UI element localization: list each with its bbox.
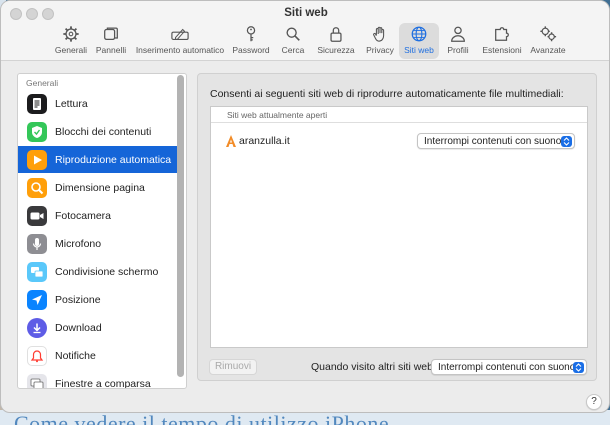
site-name: aranzulla.it bbox=[239, 135, 290, 147]
sidebar-item-lettura[interactable]: Lettura bbox=[18, 90, 177, 117]
panel-description: Consenti ai seguenti siti web di riprodu… bbox=[210, 88, 564, 100]
sidebar-item-label: Finestre a comparsa bbox=[55, 377, 151, 389]
tab-siti-web[interactable]: Siti web bbox=[399, 23, 439, 59]
gears-icon bbox=[540, 26, 557, 42]
sidebar-item-notifiche[interactable]: Notifiche bbox=[18, 342, 177, 369]
tab-label: Cerca bbox=[281, 45, 305, 55]
tab-label: Estensioni bbox=[482, 45, 522, 55]
sidebar-item-finestre-a-comparsa[interactable]: Finestre a comparsa bbox=[18, 370, 177, 389]
list-header: Siti web attualmente aperti bbox=[211, 107, 587, 123]
sidebar-item-download[interactable]: Download bbox=[18, 314, 177, 341]
other-sites-autoplay-select[interactable]: Interrompi contenuti con suono bbox=[431, 359, 587, 375]
sidebar-scrollbar[interactable] bbox=[177, 75, 184, 377]
select-value: Interrompi contenuti con suono bbox=[438, 361, 576, 373]
sidebar-item-fotocamera[interactable]: Fotocamera bbox=[18, 202, 177, 229]
other-sites-label: Quando visito altri siti web: bbox=[311, 361, 436, 373]
sidebar-item-riproduzione-automatica[interactable]: Riproduzione automatica bbox=[18, 146, 177, 173]
tabs-icon bbox=[104, 27, 118, 41]
search-icon bbox=[286, 27, 300, 41]
sidebar-item-label: Download bbox=[55, 321, 102, 334]
tab-label: Profili bbox=[447, 45, 469, 55]
person-icon bbox=[451, 26, 465, 42]
sidebar-item-label: Notifiche bbox=[55, 349, 96, 362]
chevron-updown-icon bbox=[561, 136, 572, 147]
sidebar-item-label: Posizione bbox=[55, 293, 101, 306]
autofill-icon bbox=[171, 28, 189, 40]
tab-label: Password bbox=[232, 45, 270, 55]
tab-password[interactable]: Password bbox=[229, 23, 273, 59]
preferences-window: Siti web Generali Pannelli Inserimento a… bbox=[0, 0, 610, 413]
tab-sicurezza[interactable]: Sicurezza bbox=[314, 23, 358, 59]
shield-check-icon bbox=[27, 121, 47, 142]
sidebar[interactable]: Generali Lettura Blocchi dei contenuti R… bbox=[17, 73, 187, 389]
globe-icon bbox=[411, 26, 427, 42]
magnifier-icon bbox=[27, 177, 47, 198]
tab-generali[interactable]: Generali bbox=[52, 23, 90, 59]
lock-icon bbox=[330, 27, 342, 42]
tab-pannelli[interactable]: Pannelli bbox=[93, 23, 129, 59]
play-icon bbox=[27, 149, 47, 170]
tab-inserimento-automatico[interactable]: Inserimento automatico bbox=[134, 23, 226, 59]
tab-cerca[interactable]: Cerca bbox=[278, 23, 308, 59]
aranzulla-favicon-icon bbox=[226, 135, 236, 147]
sidebar-item-posizione[interactable]: Posizione bbox=[18, 286, 177, 313]
sidebar-item-label: Condivisione schermo bbox=[55, 265, 159, 278]
sidebar-item-condivisione-schermo[interactable]: Condivisione schermo bbox=[18, 258, 177, 285]
tab-label: Avanzate bbox=[530, 45, 566, 55]
chevron-updown-icon bbox=[573, 362, 584, 373]
download-icon bbox=[27, 317, 47, 338]
help-button[interactable]: ? bbox=[586, 394, 602, 410]
gear-icon bbox=[63, 26, 79, 42]
sidebar-item-label: Blocchi dei contenuti bbox=[55, 125, 152, 138]
preference-tabs: Generali Pannelli Inserimento automatico… bbox=[1, 23, 609, 59]
site-autoplay-select[interactable]: Interrompi contenuti con suono bbox=[417, 133, 575, 149]
background-page-text: Come vedere il tempo di utilizzo iPhone bbox=[14, 411, 390, 425]
puzzle-icon bbox=[495, 27, 509, 41]
popup-window-icon bbox=[27, 373, 47, 388]
tab-label: Pannelli bbox=[95, 45, 127, 55]
tab-label: Inserimento automatico bbox=[135, 45, 225, 55]
remove-button[interactable]: Rimuovi bbox=[209, 359, 257, 375]
sidebar-item-label: Riproduzione automatica bbox=[55, 153, 172, 166]
sidebar-item-label: Dimensione pagina bbox=[55, 181, 145, 194]
window-title: Siti web bbox=[284, 7, 328, 19]
tab-label: Privacy bbox=[366, 45, 394, 55]
tab-label: Sicurezza bbox=[317, 45, 355, 55]
reader-icon bbox=[27, 93, 47, 114]
tab-label: Generali bbox=[54, 45, 88, 55]
sidebar-header: Generali bbox=[26, 78, 59, 88]
websites-list: Siti web attualmente aperti aranzulla.it… bbox=[210, 106, 588, 348]
location-arrow-icon bbox=[27, 289, 47, 310]
hand-icon bbox=[373, 26, 385, 42]
camera-icon bbox=[27, 205, 47, 226]
sidebar-item-label: Microfono bbox=[55, 237, 102, 250]
screens-icon bbox=[27, 261, 47, 282]
sidebar-item-blocchi-contenuti[interactable]: Blocchi dei contenuti bbox=[18, 118, 177, 145]
settings-panel: Consenti ai seguenti siti web di riprodu… bbox=[197, 73, 597, 381]
sidebar-item-dimensione-pagina[interactable]: Dimensione pagina bbox=[18, 174, 177, 201]
bell-icon bbox=[27, 345, 47, 366]
tab-profili[interactable]: Profili bbox=[445, 23, 471, 59]
select-value: Interrompi contenuti con suono bbox=[424, 135, 562, 147]
tab-privacy[interactable]: Privacy bbox=[363, 23, 397, 59]
tab-estensioni[interactable]: Estensioni bbox=[481, 23, 523, 59]
microphone-icon bbox=[27, 233, 47, 254]
sidebar-item-label: Lettura bbox=[55, 97, 88, 110]
tab-avanzate[interactable]: Avanzate bbox=[529, 23, 567, 59]
tab-label: Siti web bbox=[404, 45, 434, 55]
key-icon bbox=[246, 26, 256, 42]
sidebar-item-microfono[interactable]: Microfono bbox=[18, 230, 177, 257]
sidebar-item-label: Fotocamera bbox=[55, 209, 112, 222]
toolbar: Siti web Generali Pannelli Inserimento a… bbox=[1, 1, 609, 61]
list-item[interactable]: aranzulla.it Interrompi contenuti con su… bbox=[211, 129, 587, 153]
